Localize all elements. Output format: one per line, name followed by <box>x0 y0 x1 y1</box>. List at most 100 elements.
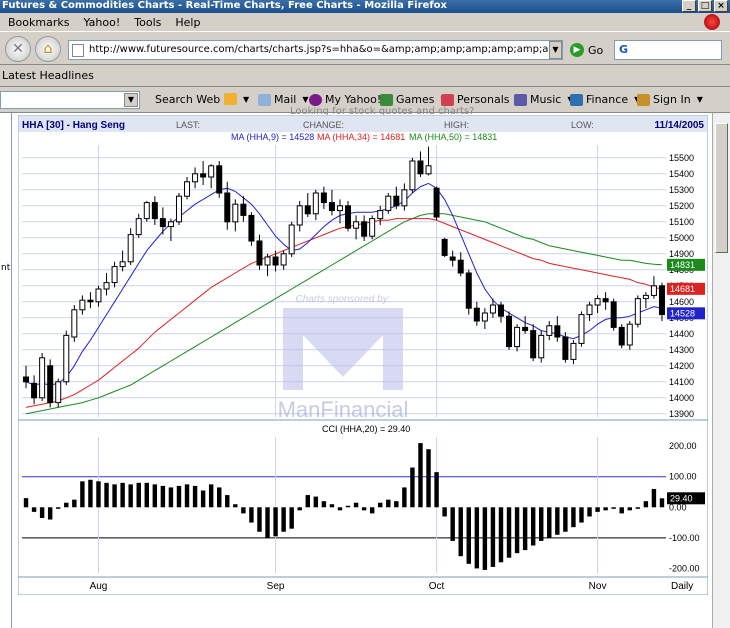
cci-bar <box>144 482 149 508</box>
my-yahoo-label: My Yahoo! <box>325 93 382 106</box>
go-button[interactable]: ▶ Go <box>570 43 603 57</box>
price-tick-label: 15000 <box>669 233 694 243</box>
cci-bar <box>313 496 319 508</box>
search-web-label: Search Web <box>155 93 221 106</box>
candle-body <box>135 218 142 236</box>
cci-bar <box>281 507 286 532</box>
vertical-scrollbar[interactable] <box>712 113 730 628</box>
music-icon <box>514 93 527 106</box>
ma50-legend: MA (HHA,50) = 14831 <box>409 132 497 142</box>
home-button[interactable]: ⌂ <box>35 36 61 62</box>
candle-body <box>369 218 376 237</box>
cci-bar <box>192 485 198 508</box>
search-box[interactable]: G <box>614 40 722 60</box>
menu-yahoo[interactable]: Yahoo! <box>83 16 120 29</box>
candle-body <box>200 173 207 178</box>
candle-body <box>127 234 134 263</box>
url-dropdown-button[interactable]: ▼ <box>549 41 562 59</box>
chevron-down-icon[interactable]: ▼ <box>124 93 138 107</box>
scrollbar-thumb[interactable] <box>715 123 728 253</box>
menu-help[interactable]: Help <box>175 16 200 29</box>
candle <box>175 193 182 225</box>
candle-body <box>345 205 352 229</box>
menu-tools[interactable]: Tools <box>134 16 161 29</box>
price-tag-value: 14681 <box>670 284 695 294</box>
menu-bar: Bookmarks Yahoo! Tools Help <box>0 13 730 31</box>
mail-button[interactable]: Mail ▼ <box>258 93 309 106</box>
candle <box>506 311 513 350</box>
candle-body <box>232 203 239 223</box>
window-title-bar: Futures & Commodities Charts - Real-Time… <box>0 0 730 13</box>
cci-bar <box>241 507 246 514</box>
candle-body <box>489 304 496 314</box>
music-button[interactable]: Music▼ <box>514 93 573 106</box>
cci-bar <box>571 507 576 528</box>
candle-body <box>417 160 424 175</box>
left-pane-text: nt <box>1 263 11 273</box>
cci-bar <box>257 507 262 532</box>
personals-button[interactable]: Personals▼ <box>441 93 522 106</box>
stop-button[interactable]: ✕ <box>5 36 31 62</box>
cci-bar <box>651 488 657 508</box>
candle-body <box>328 202 335 212</box>
candle-body <box>514 326 521 348</box>
candle-body <box>280 253 287 266</box>
candle-body <box>465 272 472 309</box>
cci-bar <box>217 487 222 508</box>
candle-body <box>554 325 561 338</box>
candle <box>216 161 223 198</box>
close-icon[interactable]: × <box>714 0 728 12</box>
cci-bar <box>329 504 335 508</box>
cci-bar <box>659 498 665 508</box>
minimize-icon[interactable]: _ <box>682 0 696 12</box>
games-label: Games <box>396 93 435 106</box>
low-label: LOW: <box>571 120 594 130</box>
candle-body <box>594 298 601 306</box>
cci-bar <box>47 507 53 520</box>
ma9-legend: MA (HHA,9) = 14528 <box>231 132 314 142</box>
games-button[interactable]: Games▼ <box>380 93 447 106</box>
chart-symbol: HHA [30] - Hang Seng <box>22 120 125 131</box>
candle-body <box>39 357 46 399</box>
yahoo-highlight-button[interactable]: ▼ <box>224 93 249 105</box>
cci-bar <box>410 467 415 508</box>
candle-body <box>449 256 456 261</box>
maximize-icon[interactable]: □ <box>698 0 712 12</box>
cci-bar <box>273 507 278 537</box>
cci-bar <box>72 499 77 508</box>
candle-body <box>63 334 70 383</box>
go-arrow-icon: ▶ <box>570 43 584 57</box>
search-web-button[interactable]: Search Web▼ <box>155 93 232 106</box>
candle-body <box>610 301 617 328</box>
candle <box>538 330 545 363</box>
cci-bar <box>96 481 101 508</box>
music-label: Music <box>530 93 562 106</box>
x-tick-label: Oct <box>429 581 445 592</box>
cci-bar <box>466 507 471 564</box>
cci-bar <box>152 484 158 508</box>
yahoo-search-input[interactable]: ▼ <box>0 91 140 109</box>
candle-body <box>497 304 504 317</box>
cci-bar <box>603 507 608 511</box>
candle-body <box>546 325 553 336</box>
cci-bar <box>337 507 343 511</box>
candle-body <box>602 298 609 303</box>
price-tick-label: 14300 <box>669 345 694 355</box>
home-icon: ⌂ <box>43 41 53 57</box>
cci-bar <box>482 507 488 570</box>
latest-headlines-link[interactable]: Latest Headlines <box>2 69 94 82</box>
candle <box>345 201 352 232</box>
menu-bookmarks[interactable]: Bookmarks <box>8 16 69 29</box>
cci-tick-label: -100.00 <box>669 533 700 543</box>
my-yahoo-button[interactable]: My Yahoo! <box>309 93 381 106</box>
sign-in-button[interactable]: Sign In ▼ <box>637 93 703 106</box>
finance-button[interactable]: Finance▼ <box>570 93 640 106</box>
cci-bar <box>353 502 359 508</box>
finance-icon <box>570 93 583 106</box>
candle-body <box>570 342 577 360</box>
url-field[interactable]: http://www.futuresource.com/charts/chart… <box>68 40 563 60</box>
candle-body <box>167 221 174 228</box>
window-title: Futures & Commodities Charts - Real-Time… <box>2 0 447 11</box>
candle-body <box>586 304 593 316</box>
candle-body <box>361 221 368 237</box>
